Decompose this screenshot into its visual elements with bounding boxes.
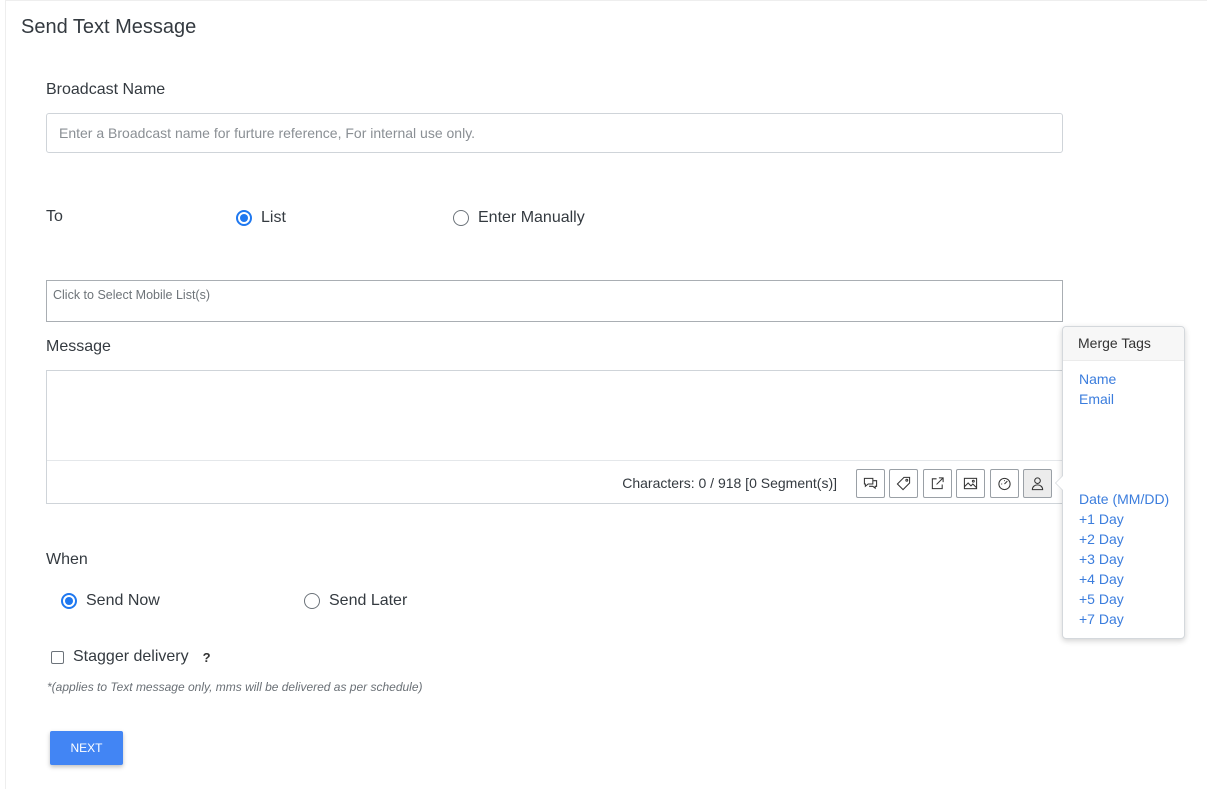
image-icon	[963, 477, 978, 489]
person-icon	[1031, 476, 1044, 490]
merge-tag-plus-4-day[interactable]: +4 Day	[1079, 571, 1124, 587]
next-button[interactable]: NEXT	[50, 731, 123, 765]
to-radio-list-label: List	[261, 209, 286, 226]
merge-tags-title: Merge Tags	[1063, 327, 1184, 361]
merge-tag-plus-7-day[interactable]: +7 Day	[1079, 611, 1124, 627]
stagger-delivery-label: Stagger delivery	[73, 648, 189, 665]
stagger-note: *(applies to Text message only, mms will…	[47, 680, 423, 694]
to-radio-enter-manually-label: Enter Manually	[478, 209, 585, 226]
broadcast-name-label: Broadcast Name	[46, 81, 166, 98]
when-label: When	[46, 551, 88, 568]
merge-tags-popover: Merge Tags Name Email Date (MM/DD) +1 Da…	[1055, 326, 1185, 639]
stagger-delivery-row: Stagger delivery ?	[51, 648, 211, 666]
to-radio-enter-manually[interactable]: Enter Manually	[453, 209, 585, 227]
tag-icon	[896, 476, 911, 490]
insert-image-button[interactable]	[956, 468, 985, 498]
when-radio-send-later-label: Send Later	[329, 592, 408, 609]
radio-checked-icon[interactable]	[61, 593, 77, 609]
message-label: Message	[46, 338, 111, 355]
merge-tag-plus-3-day[interactable]: +3 Day	[1079, 551, 1124, 567]
to-radio-list[interactable]: List	[236, 209, 286, 227]
merge-tag-plus-2-day[interactable]: +2 Day	[1079, 531, 1124, 547]
merge-tags-button[interactable]	[1023, 468, 1052, 498]
page-title: Send Text Message	[21, 16, 197, 38]
speedometer-icon	[997, 477, 1011, 490]
external-link-icon	[931, 476, 944, 489]
mobile-list-selector[interactable]: Click to Select Mobile List(s)	[46, 280, 1063, 322]
mobile-list-placeholder: Click to Select Mobile List(s)	[53, 288, 210, 302]
merge-tag-email[interactable]: Email	[1079, 391, 1114, 407]
speed-button[interactable]	[989, 468, 1019, 498]
chat-template-button[interactable]	[855, 468, 885, 498]
message-box: Characters: 0 / 918 [0 Segment(s)]	[46, 370, 1063, 504]
when-radio-send-now-label: Send Now	[86, 592, 160, 609]
question-icon[interactable]: ?	[203, 650, 211, 665]
character-count: Characters: 0 / 918 [0 Segment(s)]	[622, 475, 837, 491]
radio-unchecked-icon[interactable]	[304, 593, 320, 609]
message-textarea[interactable]	[47, 371, 1062, 461]
insert-link-button[interactable]	[922, 468, 952, 498]
merge-tag-date[interactable]: Date (MM/DD)	[1079, 491, 1169, 507]
tag-button[interactable]	[889, 468, 918, 498]
when-radio-send-later[interactable]: Send Later	[304, 592, 407, 610]
merge-tag-plus-5-day[interactable]: +5 Day	[1079, 591, 1124, 607]
chat-icon	[863, 477, 877, 489]
merge-tag-name[interactable]: Name	[1079, 371, 1116, 387]
merge-tag-plus-1-day[interactable]: +1 Day	[1079, 511, 1124, 527]
broadcast-name-input[interactable]	[46, 113, 1063, 153]
radio-checked-icon[interactable]	[236, 210, 252, 226]
stagger-delivery-checkbox[interactable]	[51, 650, 64, 664]
radio-unchecked-icon[interactable]	[453, 210, 469, 226]
to-label: To	[46, 208, 63, 225]
message-toolbar: Characters: 0 / 918 [0 Segment(s)]	[47, 463, 1062, 503]
when-radio-send-now[interactable]: Send Now	[61, 592, 160, 610]
